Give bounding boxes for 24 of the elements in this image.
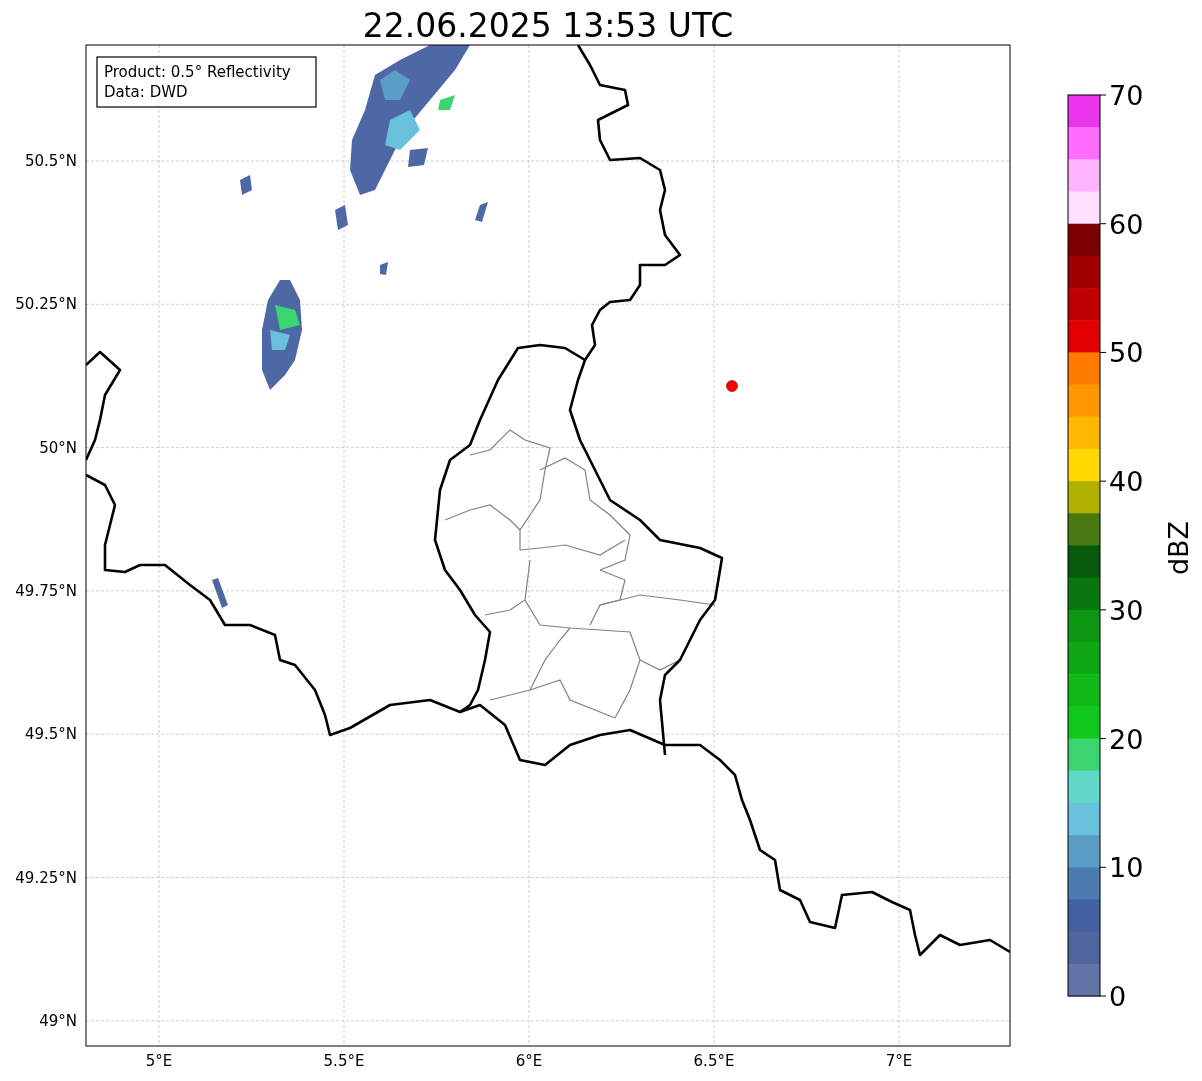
chart-title: 22.06.2025 13:53 UTC [362,6,734,45]
longitude-label: 6.5°E [693,1052,735,1070]
colorbar-label: dBZ [1163,520,1194,576]
colorbar-tick-label: 30 [1109,594,1144,626]
colorbar-tick-label: 70 [1109,80,1144,111]
latitude-label: 49.25°N [15,868,77,887]
colorbar-tick-label: 10 [1109,852,1144,884]
latitude-label: 50.5°N [24,152,77,170]
info-text: Product: 0.5° Reflectivity [104,63,291,81]
colorbar-tick-label: 0 [1109,981,1127,1012]
colorbar-tick-label: 60 [1109,208,1144,240]
colorbar-tick-label: 20 [1109,723,1144,755]
latitude-label: 49.5°N [24,725,77,744]
longitude-label: 5.5°E [323,1052,365,1070]
longitude-label: 5°E [145,1052,173,1070]
info-text: Data: DWD [104,83,188,101]
longitude-label: 7°E [885,1052,913,1070]
colorbar-tick-label: 40 [1109,466,1144,498]
latitude-label: 50.25°N [15,295,77,314]
latitude-label: 50°N [39,438,77,457]
colorbar-tick-label: 50 [1109,337,1144,369]
longitude-label: 6°E [515,1052,543,1070]
latitude-label: 49°N [39,1011,77,1030]
latitude-label: 49.75°N [15,581,77,600]
